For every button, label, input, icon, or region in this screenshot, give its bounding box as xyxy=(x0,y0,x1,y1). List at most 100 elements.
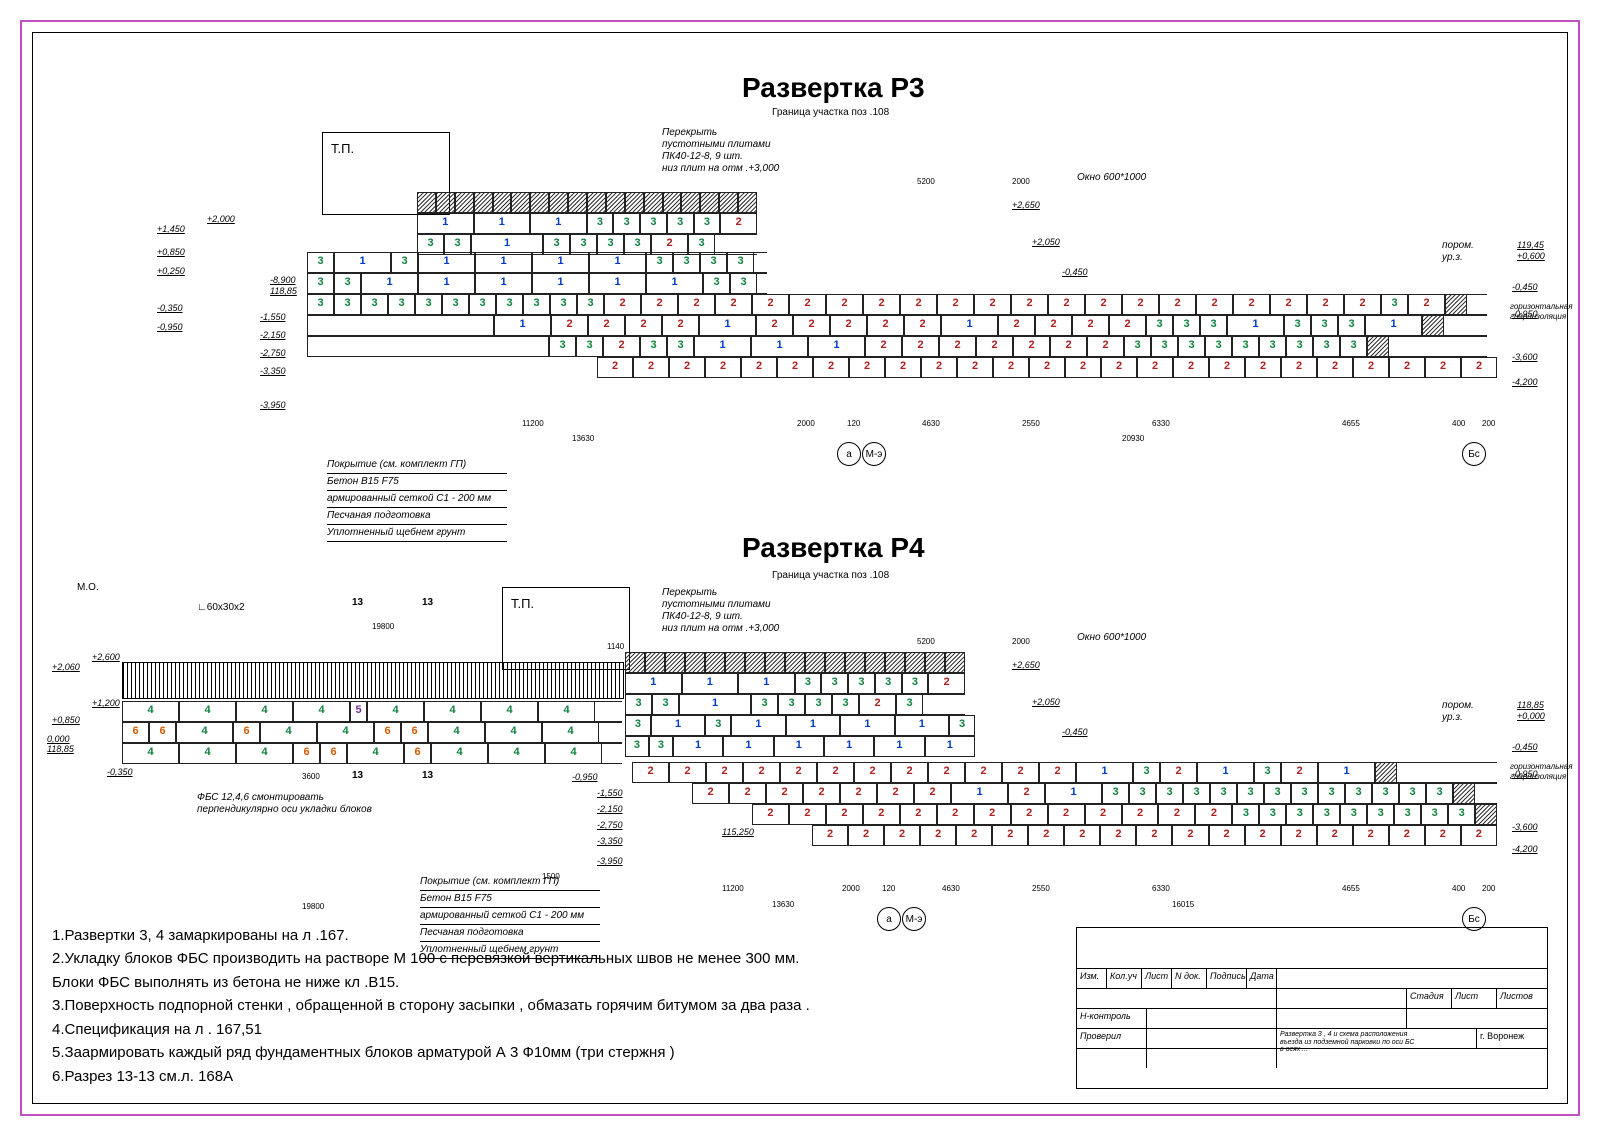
elev-p3-r5: -3,600 xyxy=(1512,352,1538,362)
boundary-label-p3: Граница участка поз .108 xyxy=(772,107,889,118)
dim-p3-b7: 400 xyxy=(1452,419,1465,428)
elev-p3-m0: -8,900 xyxy=(270,275,296,285)
elev-p4-r1: +2,050 xyxy=(1032,697,1060,707)
elev-p4-l6: +1,200 xyxy=(92,698,120,708)
elev-p3-l2: +0,250 xyxy=(157,266,185,276)
drawing-p4-upper: 111333332 331333323 31311113 33111111 xyxy=(625,652,1245,757)
dim-p3-b3: 4630 xyxy=(922,419,940,428)
pokr-ur-p3: пором. ур.з. xyxy=(1442,240,1474,264)
dim-p4-b3: 11200 xyxy=(722,884,744,893)
elev-p4-l2: 0,000 xyxy=(47,734,70,744)
elev-p3-l0: +1,450 xyxy=(157,224,185,234)
cover-slab-callout-p4: Перекрыть пустотными плитами ПК40-12-8, … xyxy=(662,587,779,635)
notes-block: 1.Развертки 3, 4 замаркированы на л .167… xyxy=(52,925,1032,1090)
dim-p4-b9: 4655 xyxy=(1342,884,1360,893)
elev-p3-m4: -2,750 xyxy=(260,348,286,358)
elev-p3-r2: -0,450 xyxy=(1062,267,1088,277)
legend-p3: Покрытие (см. комплект ГП) Бетон В15 F75… xyxy=(327,457,507,542)
elev-p3-r3: -0,450 xyxy=(1512,282,1538,292)
dim-p4-b0: 19800 xyxy=(302,902,324,911)
elev-p4-l3: 118,85 xyxy=(47,744,74,754)
note-1: 1.Развертки 3, 4 замаркированы на л .167… xyxy=(52,925,1032,948)
elev-p4-m0: -0,950 xyxy=(572,772,598,782)
dim-p3-t1: 2000 xyxy=(1012,177,1030,186)
elev-p3-l5: +2,000 xyxy=(207,214,235,224)
drawing-p4-fence xyxy=(122,662,622,697)
elev-p4-m6: 115,250 xyxy=(722,827,754,837)
elev-p4-fr0: 118,85 xyxy=(1517,700,1544,710)
elev-p4-fr1: +0,000 xyxy=(1517,711,1545,721)
title-p3: Развертка Р3 xyxy=(742,72,925,104)
drawing-p3-main: 31311113333 3311111133 333333333332 2222… xyxy=(307,252,1547,378)
boundary-label-p4: Граница участка поз .108 xyxy=(772,570,889,581)
dim-p4-b1: 3600 xyxy=(302,772,320,781)
window-callout-p4: Окно 600*1000 xyxy=(1077,632,1146,644)
cover-slab-callout-p3: Перекрыть пустотными плитами ПК40-12-8, … xyxy=(662,127,779,175)
elev-p4-m1: -1,550 xyxy=(597,788,623,798)
elev-p4-r5: -3,600 xyxy=(1512,822,1538,832)
elev-p3-fr1: +0,600 xyxy=(1517,251,1545,261)
note-6: 6.Разрез 13-13 см.л. 168А xyxy=(52,1066,1032,1089)
mo-label: М.О. xyxy=(77,582,99,593)
dim-p3-t0: 5200 xyxy=(917,177,935,186)
dim-p4-b4: 2000 xyxy=(842,884,860,893)
fbs-note: ФБС 12,4,6 смонтировать перпендикулярно … xyxy=(197,792,372,816)
elev-p4-l0: +2,060 xyxy=(52,662,80,672)
elev-p4-r0: +2,650 xyxy=(1012,660,1040,670)
elev-p3-l3: -0,350 xyxy=(157,303,183,313)
drawing-p4-stepped: 2222222222221321321 22222221213333333333… xyxy=(632,762,1482,846)
dim-p4-bt1: 16015 xyxy=(1172,900,1194,909)
note-2b: Блоки ФБС выполнять из бетона не ниже кл… xyxy=(52,972,1032,995)
note-3: 3.Поверхность подпорной стенки , обращен… xyxy=(52,995,1032,1018)
elev-p3-fr0: 119,45 xyxy=(1517,240,1544,250)
dim-p4-bt0: 13630 xyxy=(772,900,794,909)
section-13-a: 13 xyxy=(352,597,363,608)
elev-p3-m6: -3,950 xyxy=(260,400,286,410)
tp-box-p4: Т.П. xyxy=(502,587,630,670)
title-block: Изм. Кол.уч Лист N док. Подпись Дата Ста… xyxy=(1076,927,1548,1089)
dim-p3-b8: 200 xyxy=(1482,419,1495,428)
elev-p3-m5: -3,350 xyxy=(260,366,286,376)
section-13-c: 13 xyxy=(352,770,363,781)
angle-label: ∟60х30х2 xyxy=(197,602,245,613)
elev-p4-r6: -4,200 xyxy=(1512,844,1538,854)
section-13-d: 13 xyxy=(422,770,433,781)
dim-p3-b5: 6330 xyxy=(1152,419,1170,428)
dim-p3-bt0: 13630 xyxy=(572,434,594,443)
dim-p3-bt1: 20930 xyxy=(1122,434,1144,443)
elev-p3-r6: -4,200 xyxy=(1512,377,1538,387)
title-p4: Развертка Р4 xyxy=(742,532,925,564)
elev-p3-m1: 118,85 xyxy=(270,286,297,296)
elev-p4-r2: -0,450 xyxy=(1062,727,1088,737)
dim-p4-b8: 6330 xyxy=(1152,884,1170,893)
drawing-p3-upper: 111333332 331333323 xyxy=(417,192,1247,255)
dim-p4-t2: 5200 xyxy=(917,637,935,646)
dim-p3-b1: 2000 xyxy=(797,419,815,428)
elev-p4-r3: -0,450 xyxy=(1512,742,1538,752)
drawing-p4-left-blocks: 444454444 66464466444 4446646444 xyxy=(122,701,622,764)
dim-p3-b4: 2550 xyxy=(1022,419,1040,428)
elev-p4-m4: -3,350 xyxy=(597,836,623,846)
dim-p4-b7: 2550 xyxy=(1032,884,1050,893)
note-4: 4.Спецификация на л . 167,51 xyxy=(52,1019,1032,1042)
elev-p3-r1: +2,050 xyxy=(1032,237,1060,247)
elev-p4-l4: -0,350 xyxy=(107,767,133,777)
elev-p4-m3: -2,750 xyxy=(597,820,623,830)
elev-p3-l4: -0,950 xyxy=(157,322,183,332)
section-13-b: 13 xyxy=(422,597,433,608)
elev-p3-r0: +2,650 xyxy=(1012,200,1040,210)
elev-p4-m2: -2,150 xyxy=(597,804,623,814)
note-2: 2.Укладку блоков ФБС производить на раст… xyxy=(52,948,1032,971)
dim-p3-b0: 11200 xyxy=(522,419,544,428)
note-5: 5.Заармировать каждый ряд фундаментных б… xyxy=(52,1042,1032,1065)
elev-p3-m2: -1,550 xyxy=(260,312,286,322)
waterproof-p3: горизонтальная гидроизоляция xyxy=(1510,302,1572,321)
dim-p4-t1: 1140 xyxy=(607,642,624,651)
axis-a-p3: a xyxy=(837,442,861,466)
dim-p3-b6: 4655 xyxy=(1342,419,1360,428)
elev-p4-l1: +0,850 xyxy=(52,715,80,725)
axis-me-p3: М-э xyxy=(862,442,886,466)
elev-p3-m3: -2,150 xyxy=(260,330,286,340)
elev-p4-l5: +2,600 xyxy=(92,652,120,662)
axis-bs-p3: Бс xyxy=(1462,442,1486,466)
